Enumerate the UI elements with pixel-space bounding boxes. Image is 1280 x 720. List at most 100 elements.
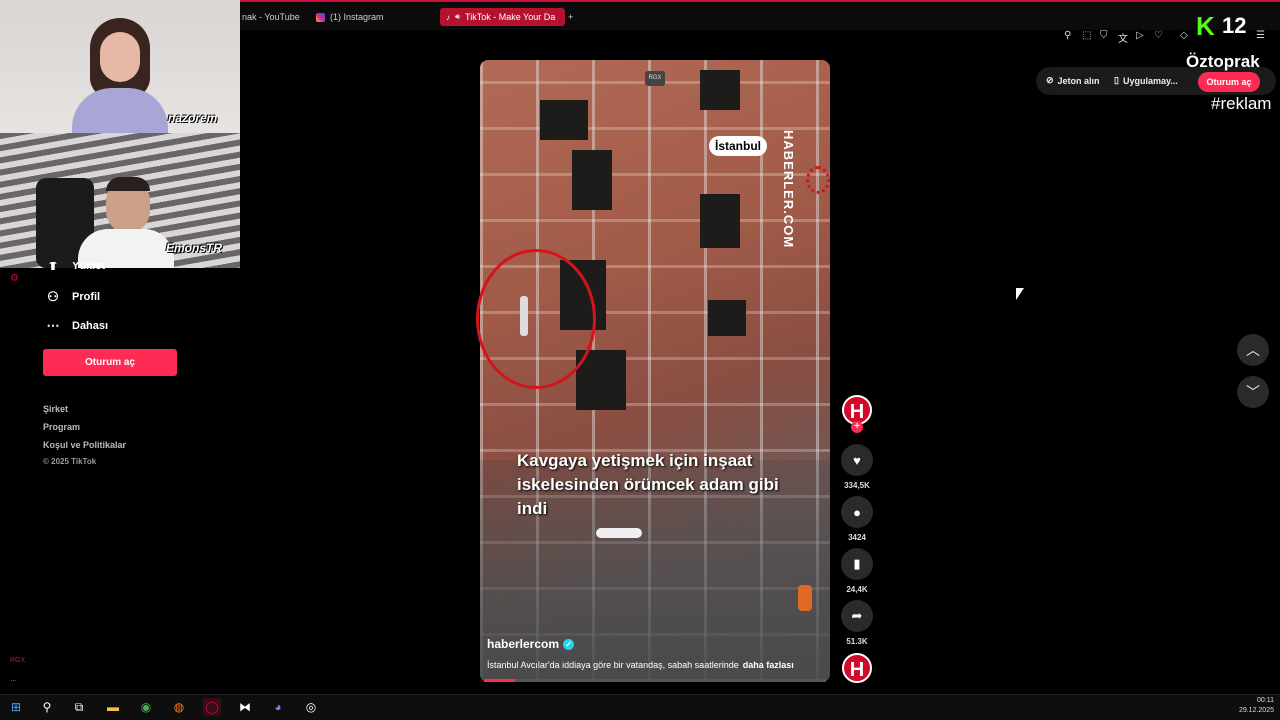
- taskbar: [0, 694, 1280, 720]
- sidebar-item-label: Yüklet: [72, 262, 106, 270]
- sidebar-item-upload[interactable]: ⬆ Yüklet: [46, 262, 105, 270]
- webcam-nazorem: nazorem: [0, 0, 240, 133]
- upload-icon: ⬆: [47, 262, 59, 270]
- author-name: haberlercom: [487, 637, 560, 651]
- tab-label: TikTok - Make Your Da: [465, 12, 556, 22]
- music-disc-avatar[interactable]: H: [842, 653, 872, 683]
- opera-gx-icon[interactable]: ◯: [203, 698, 221, 716]
- chrome-icon[interactable]: ◉: [137, 698, 155, 716]
- comment-button[interactable]: ●: [841, 496, 873, 528]
- obs-icon[interactable]: ◎: [302, 698, 320, 716]
- rgx-icon: RGX: [10, 657, 26, 664]
- heart-icon: ♥: [853, 452, 861, 468]
- copyright: © 2025 TikTok: [43, 457, 97, 466]
- tab-instagram[interactable]: (1) Instagram: [316, 8, 416, 26]
- share-count: 51.3K: [846, 637, 868, 646]
- footer-link-company[interactable]: Şirket: [43, 404, 68, 414]
- extensions-icon[interactable]: ◇: [1180, 30, 1188, 41]
- clock-time: 00:11: [1257, 697, 1274, 704]
- pin-icon[interactable]: ⚲: [1064, 30, 1071, 41]
- header-login-button[interactable]: Oturum aç: [1198, 72, 1260, 92]
- person-icon: ⚇: [47, 289, 59, 304]
- comment-count: 3424: [848, 533, 866, 542]
- screenshot-icon[interactable]: ⬚: [1082, 30, 1091, 41]
- webcam-label: nazorem: [168, 111, 218, 125]
- app-label: Uygulamay...: [1122, 75, 1178, 86]
- new-tab-button[interactable]: +: [568, 8, 580, 26]
- bookmark-button[interactable]: ▮: [841, 548, 873, 580]
- building-window: [708, 300, 746, 336]
- speaker-icon[interactable]: 🔊︎: [455, 12, 460, 22]
- more-link[interactable]: daha fazlası: [743, 660, 794, 670]
- search-icon[interactable]: ⚲: [38, 698, 56, 716]
- more-dots-icon[interactable]: ⋯: [10, 677, 17, 685]
- shield-icon[interactable]: ⛉: [1100, 30, 1108, 41]
- person-face: [100, 32, 140, 82]
- previous-video-button[interactable]: ︿: [1237, 334, 1269, 366]
- street-lamp: [596, 528, 642, 538]
- building-window: [572, 150, 612, 210]
- bookmark-count: 24,4K: [846, 585, 868, 594]
- browser-toolbar: ⚲ ⬚ ⛉ 文 ▷ ♡ ◇ ☰: [1060, 30, 1280, 45]
- webcam-emonstr: EmonsTR: [0, 133, 240, 268]
- chevron-down-icon: ﹀: [1246, 384, 1260, 400]
- get-coins-button[interactable]: ⊘ Jeton alın: [1046, 75, 1100, 86]
- location-tag: İstanbul: [709, 136, 768, 156]
- follow-button[interactable]: +: [851, 421, 863, 433]
- watermark-text: HABERLER.COM: [781, 130, 796, 249]
- coins-label: Jeton alın: [1057, 75, 1100, 86]
- person-hair: [106, 177, 150, 191]
- login-button[interactable]: Oturum aç: [43, 349, 177, 376]
- clock-date: 29.12.2025: [1238, 707, 1274, 714]
- tab-youtube[interactable]: nak - YouTube: [242, 8, 304, 26]
- play-icon[interactable]: ▷: [1136, 30, 1144, 41]
- video-caption: İstanbul Avcılar'da iddiaya göre bir vat…: [487, 660, 794, 670]
- instagram-icon: [316, 12, 325, 22]
- building-window: [700, 194, 740, 248]
- verified-icon: ✓: [563, 638, 575, 650]
- sidebar-item-label: Dahası: [72, 320, 109, 332]
- coin-icon: ⊘: [1046, 75, 1054, 85]
- heart-outline-icon[interactable]: ♡: [1154, 30, 1163, 41]
- sidebar-item-more[interactable]: ⋯ Dahası: [46, 318, 109, 334]
- worker-figure: [798, 585, 812, 611]
- caption-text: İstanbul Avcılar'da iddiaya göre bir vat…: [487, 660, 739, 670]
- phone-icon: ▯: [1114, 75, 1119, 85]
- like-button[interactable]: ♥: [841, 444, 873, 476]
- comment-icon: ●: [853, 504, 861, 520]
- sponsor-hashtag: #reklam: [1211, 94, 1272, 113]
- file-explorer-icon[interactable]: ▬: [104, 698, 122, 716]
- stream-counter: 12: [1222, 13, 1247, 38]
- haberler-logo-icon: [806, 166, 830, 194]
- building-window: [700, 70, 740, 110]
- video-author[interactable]: haberlercom ✓: [487, 637, 575, 651]
- menu-icon[interactable]: ☰: [1256, 30, 1265, 41]
- footer-link-terms[interactable]: Koşul ve Politikalar: [43, 440, 126, 450]
- task-view-icon[interactable]: ⧉: [70, 698, 88, 716]
- mouse-cursor-icon: [1016, 288, 1024, 300]
- tiktok-icon: ♪: [446, 12, 450, 22]
- taskbar-clock[interactable]: 00:11 29.12.2025: [1239, 696, 1274, 716]
- like-count: 334,5K: [844, 481, 870, 490]
- person-shirt: [72, 88, 168, 133]
- windows-start-icon[interactable]: ⊞: [7, 698, 25, 716]
- settings-icon[interactable]: ⚙: [10, 273, 19, 284]
- video-progress-track[interactable]: [484, 679, 826, 682]
- bookmark-icon: ▮: [853, 556, 861, 571]
- chevron-up-icon: ︿: [1246, 342, 1260, 358]
- tab-tiktok[interactable]: ♪ 🔊︎ TikTok - Make Your Da: [440, 8, 565, 26]
- footer-link-program[interactable]: Program: [43, 422, 80, 432]
- next-video-button[interactable]: ﹀: [1237, 376, 1269, 408]
- highlight-circle: [476, 249, 596, 389]
- share-button[interactable]: ➦: [841, 600, 873, 632]
- tab-label: (1) Instagram: [330, 12, 384, 22]
- watermark: HABERLER.COM: [776, 130, 806, 250]
- discord-icon[interactable]: ◕: [269, 698, 287, 716]
- video-progress-fill: [484, 679, 515, 682]
- sidebar-item-profile[interactable]: ⚇ Profil: [46, 289, 100, 305]
- firefox-icon[interactable]: ◍: [170, 698, 188, 716]
- capcut-icon[interactable]: ⧓: [236, 698, 254, 716]
- translate-icon[interactable]: 文: [1118, 30, 1128, 45]
- get-app-button[interactable]: ▯ Uygulamay...: [1114, 75, 1178, 86]
- corner-tag: RGX: [645, 71, 665, 86]
